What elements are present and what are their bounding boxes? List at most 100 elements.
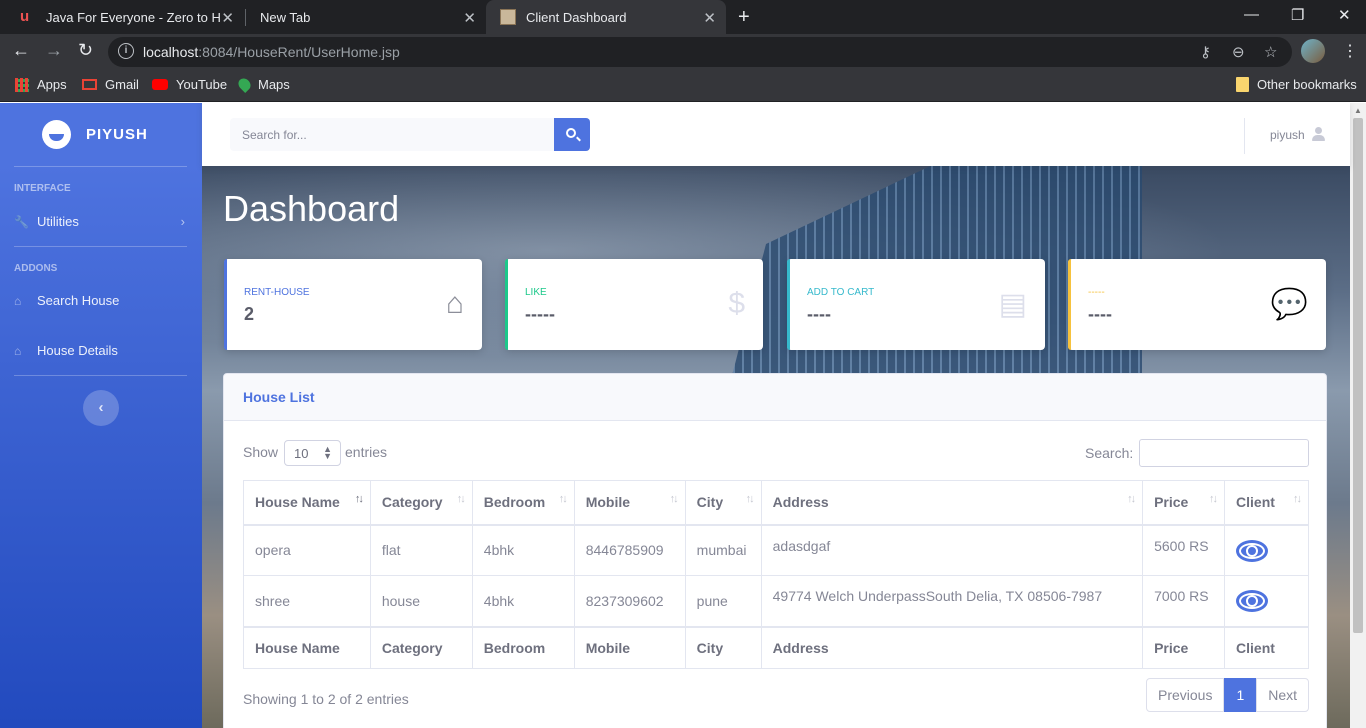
sort-icon: ↑↓ — [456, 493, 466, 505]
search-button[interactable] — [554, 118, 590, 151]
key-icon[interactable]: ⚷ — [1200, 43, 1211, 61]
url-text[interactable]: localhost:8084/HouseRent/UserHome.jsp — [143, 44, 400, 60]
card-label: ----- — [1088, 287, 1105, 298]
dollar-icon: $ — [728, 287, 745, 320]
column-header-city[interactable]: City ↑↓ — [684, 480, 762, 526]
zoom-icon[interactable]: ⊖ — [1232, 43, 1245, 61]
maps-pin-icon — [236, 76, 253, 93]
select-arrows-icon: ▲ ▼ — [323, 444, 332, 461]
forward-icon[interactable]: → — [45, 40, 63, 61]
cell-city: pune — [684, 575, 762, 627]
tab-title: New Tab — [260, 9, 311, 25]
reload-icon[interactable]: ↻ — [78, 40, 93, 61]
card-comments: ----- ---- 💬 — [1068, 259, 1326, 350]
wrench-icon: 🔧 — [14, 214, 29, 229]
sidebar-item-search-house[interactable]: ⌂ Search House — [14, 293, 187, 308]
home-icon: ⌂ — [14, 293, 22, 308]
column-header-client[interactable]: Client ↑↓ — [1224, 480, 1309, 526]
eye-icon[interactable] — [1236, 539, 1269, 562]
tab-title: Java For Everyone - Zero to Hero — [46, 9, 221, 25]
bookmarks-bar: Apps Gmail YouTube Maps Other bookmarks — [0, 70, 1366, 102]
restore-icon[interactable]: ❐ — [1291, 6, 1304, 24]
bookmark-maps[interactable]: Maps — [236, 76, 290, 93]
sidebar-heading-interface: INTERFACE — [14, 183, 71, 194]
table-footer-row: House Name Category Bedroom Mobile City … — [243, 625, 1309, 669]
card-accent — [505, 259, 508, 350]
next-button[interactable]: Next — [1256, 678, 1310, 712]
home-icon: ⌂ — [445, 287, 464, 320]
column-header-bedroom[interactable]: Bedroom ↑↓ — [471, 480, 575, 526]
clipboard-icon: ▤ — [998, 288, 1027, 321]
sort-icon: ↑↓ — [745, 493, 755, 505]
topbar-search-input[interactable]: Search for... — [230, 118, 555, 151]
column-header-category[interactable]: Category ↑↓ — [369, 480, 473, 526]
sidebar: PIYUSH INTERFACE 🔧 Utilities › ADDONS ⌂ … — [0, 103, 202, 728]
card-add-to-cart: ADD TO CART ---- ▤ — [787, 259, 1045, 350]
close-tab-icon[interactable]: ✕ — [703, 9, 716, 27]
house-list-panel: House List Show 10 ▲ ▼ entries Search: Ho… — [223, 373, 1327, 728]
sort-icon: ↑↓ — [1209, 493, 1218, 505]
minimize-icon[interactable]: — — [1244, 6, 1259, 23]
user-icon[interactable] — [1312, 127, 1325, 141]
user-name[interactable]: piyush — [1270, 128, 1305, 142]
sidebar-item-utilities[interactable]: 🔧 Utilities › — [14, 214, 187, 229]
cell-price: 5600 RS — [1142, 524, 1226, 576]
page-favicon-icon — [500, 9, 516, 25]
address-bar[interactable]: i localhost:8084/HouseRent/UserHome.jsp … — [108, 37, 1292, 67]
previous-button[interactable]: Previous — [1146, 678, 1225, 712]
table-row: opera flat 4bhk 8446785909 mumbai adasdg… — [243, 524, 1309, 576]
udemy-icon: u — [20, 8, 30, 25]
card-accent — [1068, 259, 1071, 350]
sort-icon: ↑↓ — [558, 493, 568, 505]
tab-new-tab[interactable]: New Tab ✕ — [246, 0, 486, 34]
card-rent-house: RENT-HOUSE 2 ⌂ — [224, 259, 482, 350]
new-tab-icon[interactable]: + — [738, 6, 750, 29]
sidebar-item-house-details[interactable]: ⌂ House Details — [14, 343, 187, 358]
sidebar-brand[interactable]: PIYUSH — [0, 103, 202, 167]
bookmark-gmail[interactable]: Gmail — [82, 77, 139, 92]
card-value: 2 — [244, 304, 255, 324]
chevron-right-icon: › — [180, 214, 185, 229]
close-window-icon[interactable]: ✕ — [1338, 6, 1351, 24]
column-header-address[interactable]: Address ↑↓ — [760, 480, 1144, 526]
profile-avatar[interactable] — [1301, 39, 1325, 63]
info-icon[interactable]: i — [118, 43, 134, 59]
footer-bedroom: Bedroom — [471, 625, 575, 669]
column-header-mobile[interactable]: Mobile ↑↓ — [573, 480, 686, 526]
page-size-select[interactable]: 10 ▲ ▼ — [284, 440, 341, 466]
tab-client-dashboard[interactable]: Client Dashboard ✕ — [486, 0, 726, 34]
show-label: Show — [243, 444, 279, 460]
comments-icon: 💬 — [1270, 288, 1308, 321]
tab-java-for-everyone[interactable]: u Java For Everyone - Zero to Hero ✕ — [6, 0, 244, 34]
column-header-house-name[interactable]: House Name ↑↓ — [243, 480, 371, 526]
column-header-price[interactable]: Price ↑↓ — [1142, 480, 1226, 526]
scrollbar-thumb[interactable] — [1353, 118, 1363, 633]
back-icon[interactable]: ← — [12, 40, 30, 61]
sort-icon: ↑↓ — [1127, 493, 1136, 505]
bookmark-apps[interactable]: Apps — [15, 77, 67, 92]
footer-house-name: House Name — [243, 625, 371, 669]
panel-header: House List — [224, 374, 1326, 421]
page-1-button[interactable]: 1 — [1224, 678, 1257, 712]
card-label: LIKE — [525, 287, 547, 298]
cell-bedroom: 4bhk — [471, 524, 575, 576]
cell-address: 49774 Welch UnderpassSouth Delia, TX 085… — [760, 575, 1144, 627]
cell-city: mumbai — [684, 524, 762, 576]
menu-icon[interactable]: ⋮ — [1342, 41, 1358, 61]
browser-toolbar: ← → ↻ i localhost:8084/HouseRent/UserHom… — [0, 34, 1366, 70]
bookmark-youtube[interactable]: YouTube — [152, 77, 227, 92]
tab-title: Client Dashboard — [526, 9, 627, 25]
other-bookmarks[interactable]: Other bookmarks — [1236, 77, 1357, 92]
close-tab-icon[interactable]: ✕ — [221, 9, 234, 27]
bookmark-star-icon[interactable]: ☆ — [1264, 43, 1277, 61]
footer-price: Price — [1142, 625, 1226, 669]
eye-icon[interactable] — [1236, 590, 1269, 613]
table-search-input[interactable] — [1139, 439, 1309, 467]
sidebar-item-label: House Details — [37, 343, 118, 358]
page-scrollbar[interactable]: ▲ — [1350, 103, 1366, 728]
close-tab-icon[interactable]: ✕ — [463, 9, 476, 27]
cell-mobile: 8446785909 — [573, 524, 686, 576]
scroll-up-icon[interactable]: ▲ — [1354, 106, 1362, 115]
card-value: ----- — [525, 304, 555, 324]
sidebar-toggle-button[interactable]: ‹ — [83, 390, 119, 426]
